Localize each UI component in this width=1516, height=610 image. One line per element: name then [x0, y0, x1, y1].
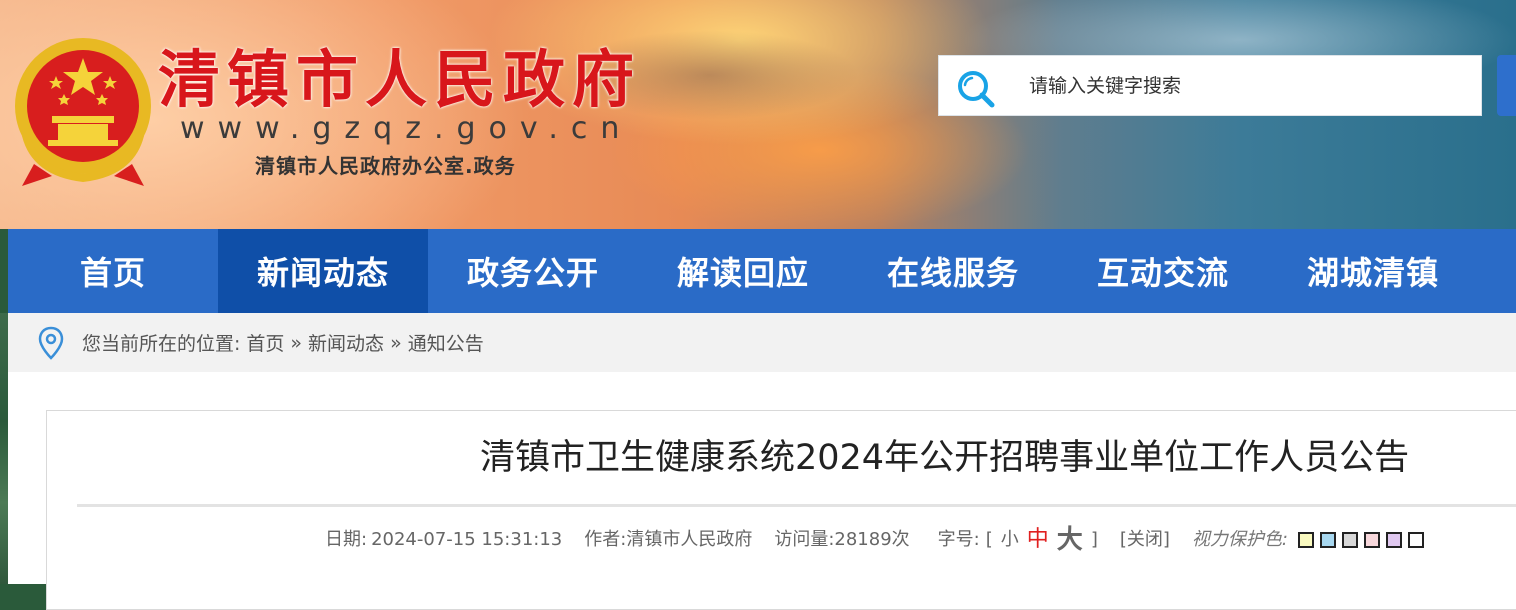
eye-color-swatch[interactable]: [1385, 532, 1402, 548]
search-button[interactable]: [1497, 55, 1516, 116]
eye-color-swatch[interactable]: [1319, 532, 1336, 548]
nav-item-government-affairs[interactable]: 政务公开: [428, 229, 638, 313]
breadcrumb-trail: 您当前所在的位置: 首页 » 新闻动态 » 通知公告: [82, 329, 484, 356]
eye-color-swatch[interactable]: [1297, 532, 1314, 548]
nav-item-interpretation[interactable]: 解读回应: [638, 229, 848, 313]
nav-item-news[interactable]: 新闻动态: [218, 229, 428, 313]
eye-color-swatch[interactable]: [1363, 532, 1380, 548]
author-label: 作者:: [584, 529, 627, 550]
site-name[interactable]: 清镇市人民政府: [158, 44, 641, 116]
author-value: 清镇市人民政府: [626, 529, 753, 550]
nav-item-interaction[interactable]: 互动交流: [1058, 229, 1268, 313]
font-size-large-button[interactable]: 大: [1057, 527, 1083, 553]
site-subtitle: 清镇市人民政府办公室.政务: [255, 154, 516, 178]
font-size-medium-button[interactable]: 中: [1027, 527, 1049, 553]
national-emblem-logo[interactable]: [12, 36, 154, 186]
article-meta: 日期: 2024-07-15 15:31:13 作者: 清镇市人民政府 访问量:…: [325, 527, 1430, 553]
views-label: 访问量:: [774, 529, 835, 550]
search-input[interactable]: [1029, 68, 1459, 104]
nav-item-online-services[interactable]: 在线服务: [848, 229, 1058, 313]
views-value: 28189次: [834, 529, 910, 550]
nav-item-lake-city[interactable]: 湖城清镇: [1268, 229, 1478, 313]
font-size-bracket-close: ]: [1090, 529, 1098, 550]
title-divider: [77, 504, 1516, 507]
search-icon[interactable]: [955, 68, 995, 108]
breadcrumb-separator: »: [390, 331, 402, 354]
eye-protection-label: 视力保护色:: [1191, 529, 1288, 550]
close-button[interactable]: [关闭]: [1120, 527, 1170, 553]
eye-color-swatch[interactable]: [1407, 532, 1424, 548]
font-size-label: 字号:: [937, 529, 980, 550]
eye-color-swatch[interactable]: [1341, 532, 1358, 548]
breadcrumb: 您当前所在的位置: 首页 » 新闻动态 » 通知公告: [8, 313, 1516, 372]
header-banner: 清镇市人民政府 www.gzqz.gov.cn 清镇市人民政府办公室.政务: [0, 0, 1516, 229]
font-size-bracket-open: [: [985, 529, 993, 550]
breadcrumb-prefix: 您当前所在的位置:: [82, 333, 241, 355]
nav-item-home[interactable]: 首页: [8, 229, 218, 313]
article-panel: 清镇市卫生健康系统2024年公开招聘事业单位工作人员公告 日期: 2024-07…: [46, 410, 1516, 610]
breadcrumb-news[interactable]: 新闻动态: [308, 329, 384, 356]
article-title: 清镇市卫生健康系统2024年公开招聘事业单位工作人员公告: [480, 438, 1410, 478]
breadcrumb-home[interactable]: 首页: [246, 329, 284, 356]
breadcrumb-notices[interactable]: 通知公告: [408, 329, 484, 356]
search-box: [938, 55, 1482, 116]
main-nav: 首页 新闻动态 政务公开 解读回应 在线服务 互动交流 湖城清镇: [8, 229, 1516, 313]
location-pin-icon: [38, 326, 64, 360]
date-label: 日期:: [325, 529, 368, 550]
font-size-small-button[interactable]: 小: [1001, 527, 1019, 553]
site-url: www.gzqz.gov.cn: [180, 111, 633, 146]
breadcrumb-separator: »: [290, 331, 303, 354]
background-strip: [0, 313, 8, 584]
date-value: 2024-07-15 15:31:13: [371, 529, 563, 550]
